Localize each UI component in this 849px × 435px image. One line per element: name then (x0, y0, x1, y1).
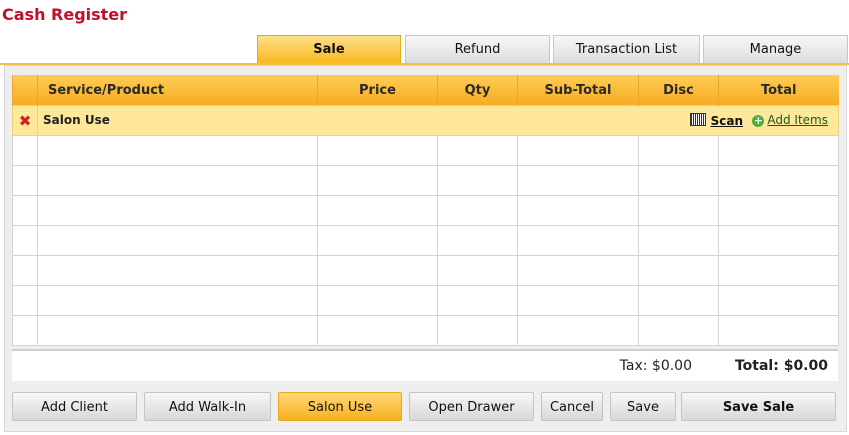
table-row (12, 165, 839, 196)
table-header-row: Service/Product Price Qty Sub-Total Disc… (12, 75, 839, 106)
column-header-disc: Disc (638, 75, 719, 106)
table-row (12, 315, 839, 346)
tab-bar: Sale Refund Transaction List Manage (0, 35, 849, 65)
tab-sale[interactable]: Sale (257, 35, 401, 63)
tab-transaction-list[interactable]: Transaction List (553, 35, 700, 63)
scan-link[interactable]: Scan (689, 113, 743, 128)
salon-use-group-row: ✖ Salon Use Scan + Add Items (12, 105, 839, 136)
group-label: Salon Use (43, 113, 110, 127)
add-items-link[interactable]: + Add Items (752, 113, 828, 127)
sale-panel: Service/Product Price Qty Sub-Total Disc… (4, 65, 847, 432)
column-header-service: Service/Product (37, 75, 318, 106)
delete-icon[interactable]: ✖ (13, 112, 37, 130)
barcode-icon (689, 113, 706, 126)
add-items-label: Add Items (767, 113, 828, 127)
sale-items-table: Service/Product Price Qty Sub-Total Disc… (12, 75, 839, 346)
column-header-delete (12, 75, 38, 106)
page-title: Cash Register (2, 5, 128, 24)
save-sale-button[interactable]: Save Sale (681, 392, 836, 421)
total-amount: Total: $0.00 (734, 358, 828, 374)
table-row (12, 285, 839, 316)
column-header-subtotal: Sub-Total (517, 75, 639, 106)
column-header-qty: Qty (437, 75, 518, 106)
cancel-button[interactable]: Cancel (541, 392, 603, 421)
table-row (12, 255, 839, 286)
tax-amount: Tax: $0.00 (619, 358, 692, 374)
column-header-price: Price (317, 75, 438, 106)
tab-manage[interactable]: Manage (703, 35, 848, 63)
table-row (12, 135, 839, 166)
open-drawer-button[interactable]: Open Drawer (409, 392, 534, 421)
salon-use-button[interactable]: Salon Use (278, 392, 402, 421)
tab-refund[interactable]: Refund (405, 35, 550, 63)
plus-circle-icon: + (752, 114, 765, 127)
totals-bar: Tax: $0.00 Total: $0.00 (12, 349, 838, 381)
add-client-button[interactable]: Add Client (12, 392, 137, 421)
scan-label: Scan (710, 114, 743, 128)
column-header-total: Total (718, 75, 839, 106)
table-row (12, 195, 839, 226)
table-row (12, 225, 839, 256)
save-button[interactable]: Save (610, 392, 676, 421)
add-walk-in-button[interactable]: Add Walk-In (144, 392, 271, 421)
